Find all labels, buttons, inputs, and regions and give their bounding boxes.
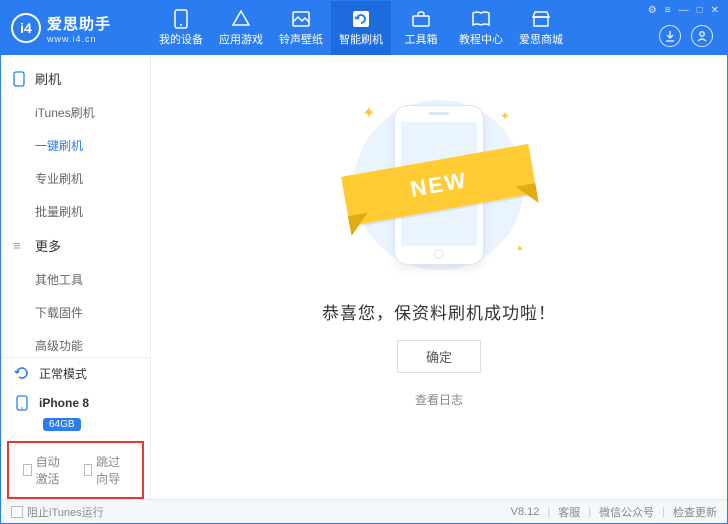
user-icon[interactable] [691, 25, 713, 47]
settings-icon[interactable]: ⚙ [648, 5, 657, 16]
body: 刷机 iTunes刷机 一键刷机 专业刷机 批量刷机 ≡ 更多 其他工具 下载固… [1, 55, 727, 499]
version-label: V8.12 [511, 506, 540, 518]
nav-store[interactable]: 爱思商城 [511, 1, 571, 55]
sidebar-item-advanced[interactable]: 高级功能 [1, 329, 150, 357]
sidebar-section-flash[interactable]: 刷机 [1, 61, 150, 96]
nav-label: 铃声壁纸 [279, 31, 323, 47]
sidebar-section-more[interactable]: ≡ 更多 [1, 228, 150, 263]
sidebar-section-label: 刷机 [35, 69, 61, 88]
nav-my-device[interactable]: 我的设备 [151, 1, 211, 55]
ok-button[interactable]: 确定 [397, 340, 481, 373]
checkbox-label: 自动激活 [36, 453, 68, 487]
nav-tutorial[interactable]: 教程中心 [451, 1, 511, 55]
success-message: 恭喜您，保资料刷机成功啦！ [322, 299, 556, 324]
checkbox-label: 跳过向导 [96, 453, 128, 487]
block-itunes-checkbox[interactable]: 阻止iTunes运行 [11, 504, 104, 520]
logo-icon: i4 [11, 13, 41, 43]
menu-icon[interactable]: ≡ [665, 5, 671, 16]
mode-label: 正常模式 [39, 365, 87, 382]
nav-toolbox[interactable]: 工具箱 [391, 1, 451, 55]
sidebar-item-pro-flash[interactable]: 专业刷机 [1, 162, 150, 195]
device-row[interactable]: iPhone 8 [1, 388, 150, 418]
book-icon [471, 9, 491, 29]
storage-badge: 64GB [43, 418, 81, 431]
flash-icon [351, 9, 371, 29]
nav-apps[interactable]: 应用游戏 [211, 1, 271, 55]
app-name: 爱思助手 [47, 13, 111, 34]
logo: i4 爱思助手 www.i4.cn [11, 13, 151, 44]
main-content: ✦ ✦ ✦ NEW 恭喜您，保资料刷机成功啦！ 确定 查看日志 [151, 55, 727, 499]
apps-icon [231, 9, 251, 29]
toolbox-icon [411, 9, 431, 29]
footer: 阻止iTunes运行 V8.12 | 客服 | 微信公众号 | 检查更新 [1, 499, 727, 523]
refresh-icon [13, 364, 31, 382]
sidebar-bottom: 正常模式 iPhone 8 64GB 自动激活 跳过向导 [1, 357, 150, 499]
sidebar-item-itunes-flash[interactable]: iTunes刷机 [1, 96, 150, 129]
phone-icon [171, 9, 191, 29]
window-controls: ⚙ ≡ — □ ✕ [648, 1, 727, 16]
header: i4 爱思助手 www.i4.cn 我的设备 应用游戏 铃声壁纸 智能刷机 [1, 1, 727, 55]
check-update-link[interactable]: 检查更新 [673, 504, 717, 520]
top-nav: 我的设备 应用游戏 铃声壁纸 智能刷机 工具箱 教程中心 [151, 1, 571, 55]
view-log-link[interactable]: 查看日志 [415, 391, 463, 408]
download-icon[interactable] [659, 25, 681, 47]
mode-row[interactable]: 正常模式 [1, 358, 150, 388]
close-icon[interactable]: ✕ [711, 5, 719, 16]
phone-small-icon [13, 71, 29, 87]
maximize-icon[interactable]: □ [697, 5, 703, 16]
auto-activate-checkbox[interactable]: 自动激活 [23, 453, 68, 487]
skip-guide-checkbox[interactable]: 跳过向导 [84, 453, 129, 487]
sidebar-item-download-firmware[interactable]: 下载固件 [1, 296, 150, 329]
store-icon [531, 9, 551, 29]
header-right-buttons [659, 25, 713, 47]
wechat-link[interactable]: 微信公众号 [599, 504, 654, 520]
nav-label: 教程中心 [459, 31, 503, 47]
nav-label: 智能刷机 [339, 31, 383, 47]
nav-ringtones[interactable]: 铃声壁纸 [271, 1, 331, 55]
wallpaper-icon [291, 9, 311, 29]
checkbox-label: 阻止iTunes运行 [27, 504, 104, 520]
device-name: iPhone 8 [39, 396, 89, 410]
success-illustration: ✦ ✦ ✦ NEW [324, 95, 554, 275]
nav-flash[interactable]: 智能刷机 [331, 1, 391, 55]
support-link[interactable]: 客服 [558, 504, 580, 520]
nav-label: 爱思商城 [519, 31, 563, 47]
nav-label: 应用游戏 [219, 31, 263, 47]
app-url: www.i4.cn [47, 34, 111, 44]
phone-device-icon [13, 394, 31, 412]
sidebar-item-batch-flash[interactable]: 批量刷机 [1, 195, 150, 228]
nav-label: 我的设备 [159, 31, 203, 47]
app-window: i4 爱思助手 www.i4.cn 我的设备 应用游戏 铃声壁纸 智能刷机 [0, 0, 728, 524]
sidebar-section-label: 更多 [35, 236, 61, 255]
nav-label: 工具箱 [405, 31, 438, 47]
highlighted-options: 自动激活 跳过向导 [7, 441, 144, 499]
minimize-icon[interactable]: — [679, 5, 689, 16]
sidebar: 刷机 iTunes刷机 一键刷机 专业刷机 批量刷机 ≡ 更多 其他工具 下载固… [1, 55, 151, 499]
list-icon: ≡ [13, 238, 29, 253]
sidebar-item-oneclick-flash[interactable]: 一键刷机 [1, 129, 150, 162]
sidebar-item-other-tools[interactable]: 其他工具 [1, 263, 150, 296]
